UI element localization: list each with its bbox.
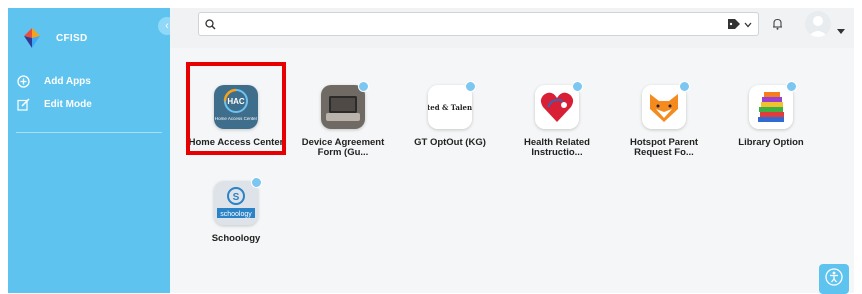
- svg-text:S: S: [233, 192, 240, 203]
- app-badge-dot: [358, 81, 369, 92]
- cfisd-logo-icon: [24, 28, 40, 48]
- app-schoology[interactable]: S schoology Schoology: [186, 177, 286, 244]
- app-name: Library Option: [738, 137, 804, 148]
- add-apps-button[interactable]: Add Apps: [16, 74, 91, 88]
- app-frame: CFISD Add Apps Edit Mode ‹ HAC Home Acce…: [8, 8, 854, 293]
- app-badge-dot: [572, 81, 583, 92]
- caret-down-icon[interactable]: [837, 21, 845, 39]
- app-health-related-instruction[interactable]: Health Related Instructio...: [507, 81, 607, 158]
- highlight-box: [186, 62, 286, 155]
- add-apps-label: Add Apps: [44, 75, 91, 87]
- search-input[interactable]: [222, 14, 758, 34]
- fox-icon: [642, 85, 686, 129]
- accessibility-button[interactable]: [819, 264, 849, 294]
- heart-icon: [535, 85, 579, 129]
- app-badge-dot: [251, 177, 262, 188]
- books-icon: [749, 85, 793, 129]
- brand-name: CFISD: [56, 32, 88, 44]
- svg-text:Gifted & Talented: Gifted & Talented: [428, 103, 472, 112]
- chevron-down-icon: [744, 22, 752, 28]
- app-gt-optout[interactable]: Gifted & Talented GT OptOut (KG): [400, 81, 500, 148]
- app-name: Health Related Instructio...: [524, 137, 590, 158]
- app-library-option[interactable]: Library Option: [721, 81, 821, 148]
- app-name: GT OptOut (KG): [414, 137, 486, 148]
- gifted-talented-icon: Gifted & Talented: [428, 85, 472, 129]
- schoology-icon: S schoology: [214, 181, 258, 225]
- accessibility-icon: [825, 267, 843, 291]
- app-name: Hotspot Parent Request Fo...: [629, 137, 699, 158]
- edit-icon: [16, 97, 30, 111]
- edit-mode-label: Edit Mode: [44, 98, 92, 110]
- edit-mode-button[interactable]: Edit Mode: [16, 97, 92, 111]
- app-badge-dot: [679, 81, 690, 92]
- tag-filter-button[interactable]: [728, 16, 752, 34]
- sidebar: CFISD Add Apps Edit Mode: [8, 8, 170, 293]
- search-icon: [205, 18, 216, 30]
- avatar[interactable]: [805, 11, 831, 37]
- app-badge-dot: [786, 81, 797, 92]
- tag-icon: [728, 16, 740, 34]
- app-name: Device Agreement Form (Gu...: [301, 137, 385, 158]
- brand[interactable]: CFISD: [18, 26, 88, 50]
- search-bar: [198, 12, 759, 36]
- laptop-icon: [321, 85, 365, 129]
- sidebar-divider: [16, 132, 162, 133]
- plus-circle-icon: [16, 74, 30, 88]
- top-bar: [170, 8, 854, 48]
- avatar-icon: [808, 16, 828, 37]
- app-name: Schoology: [211, 233, 261, 244]
- app-hotspot-parent-request[interactable]: Hotspot Parent Request Fo...: [614, 81, 714, 158]
- app-device-agreement-form[interactable]: Device Agreement Form (Gu...: [293, 81, 393, 158]
- svg-text:schoology: schoology: [220, 211, 252, 218]
- bell-icon[interactable]: [772, 17, 783, 35]
- app-badge-dot: [465, 81, 476, 92]
- chevron-left-icon: ‹: [165, 20, 169, 32]
